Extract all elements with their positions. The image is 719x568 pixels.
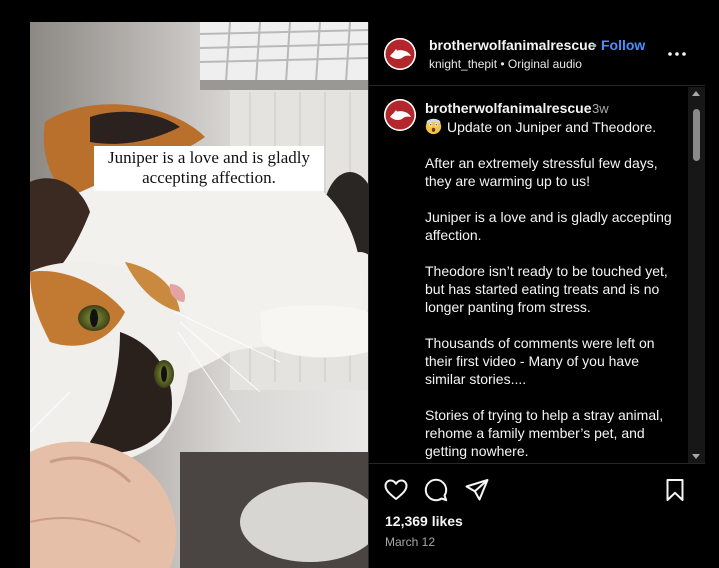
avatar[interactable] [384,38,416,70]
post-side-panel: brotherwolfanimalrescue • Follow knight_… [368,22,705,568]
follow-button[interactable]: Follow [601,37,645,53]
brand-logo-icon [384,38,416,70]
scroll-down-arrow-icon[interactable] [692,454,700,459]
scroll-up-arrow-icon[interactable] [692,91,700,96]
caption-paragraph: Stories of trying to help a stray animal… [425,407,664,459]
caption-paragraph: Juniper is a love and is gladly acceptin… [425,209,672,243]
caption-paragraph: Update on Juniper and Theodore. [425,118,681,136]
like-count[interactable]: 12,369 likes [385,513,463,529]
post-actions: 12,369 likes March 12 [369,463,705,568]
brand-logo-icon [384,99,416,131]
post-media[interactable]: Juniper is a love and is gladly acceptin… [30,22,368,568]
caption-scroll-area[interactable]: brotherwolfanimalrescue 3w Update on Jun… [369,87,705,463]
scrollbar[interactable] [688,87,705,463]
post-author-username[interactable]: brotherwolfanimalrescue [429,37,596,53]
caption-text: Update on Juniper and Theodore. After an… [425,118,681,463]
cat-photo [30,22,368,568]
caption-username[interactable]: brotherwolfanimalrescue [425,100,592,116]
comment-icon[interactable] [423,477,449,503]
post-date[interactable]: March 12 [385,535,435,549]
bookmark-icon[interactable] [662,477,688,503]
heart-icon[interactable] [383,477,409,503]
scrollbar-thumb[interactable] [693,109,700,161]
caption-paragraph: After an extremely stressful few days, t… [425,155,658,189]
post-header: brotherwolfanimalrescue • Follow knight_… [369,22,705,86]
audio-attribution[interactable]: knight_thepit • Original audio [429,57,582,71]
caption-paragraph: Thousands of comments were left on their… [425,335,655,387]
share-icon[interactable] [464,477,490,503]
astonished-face-icon [425,118,442,135]
separator-dot: • [592,37,597,53]
caption-paragraph: Theodore isn’t ready to be touched yet, … [425,263,668,315]
more-icon[interactable] [667,44,687,64]
video-text-overlay: Juniper is a love and is gladly acceptin… [94,146,324,191]
caption-timestamp[interactable]: 3w [592,101,609,116]
avatar[interactable] [384,99,416,131]
